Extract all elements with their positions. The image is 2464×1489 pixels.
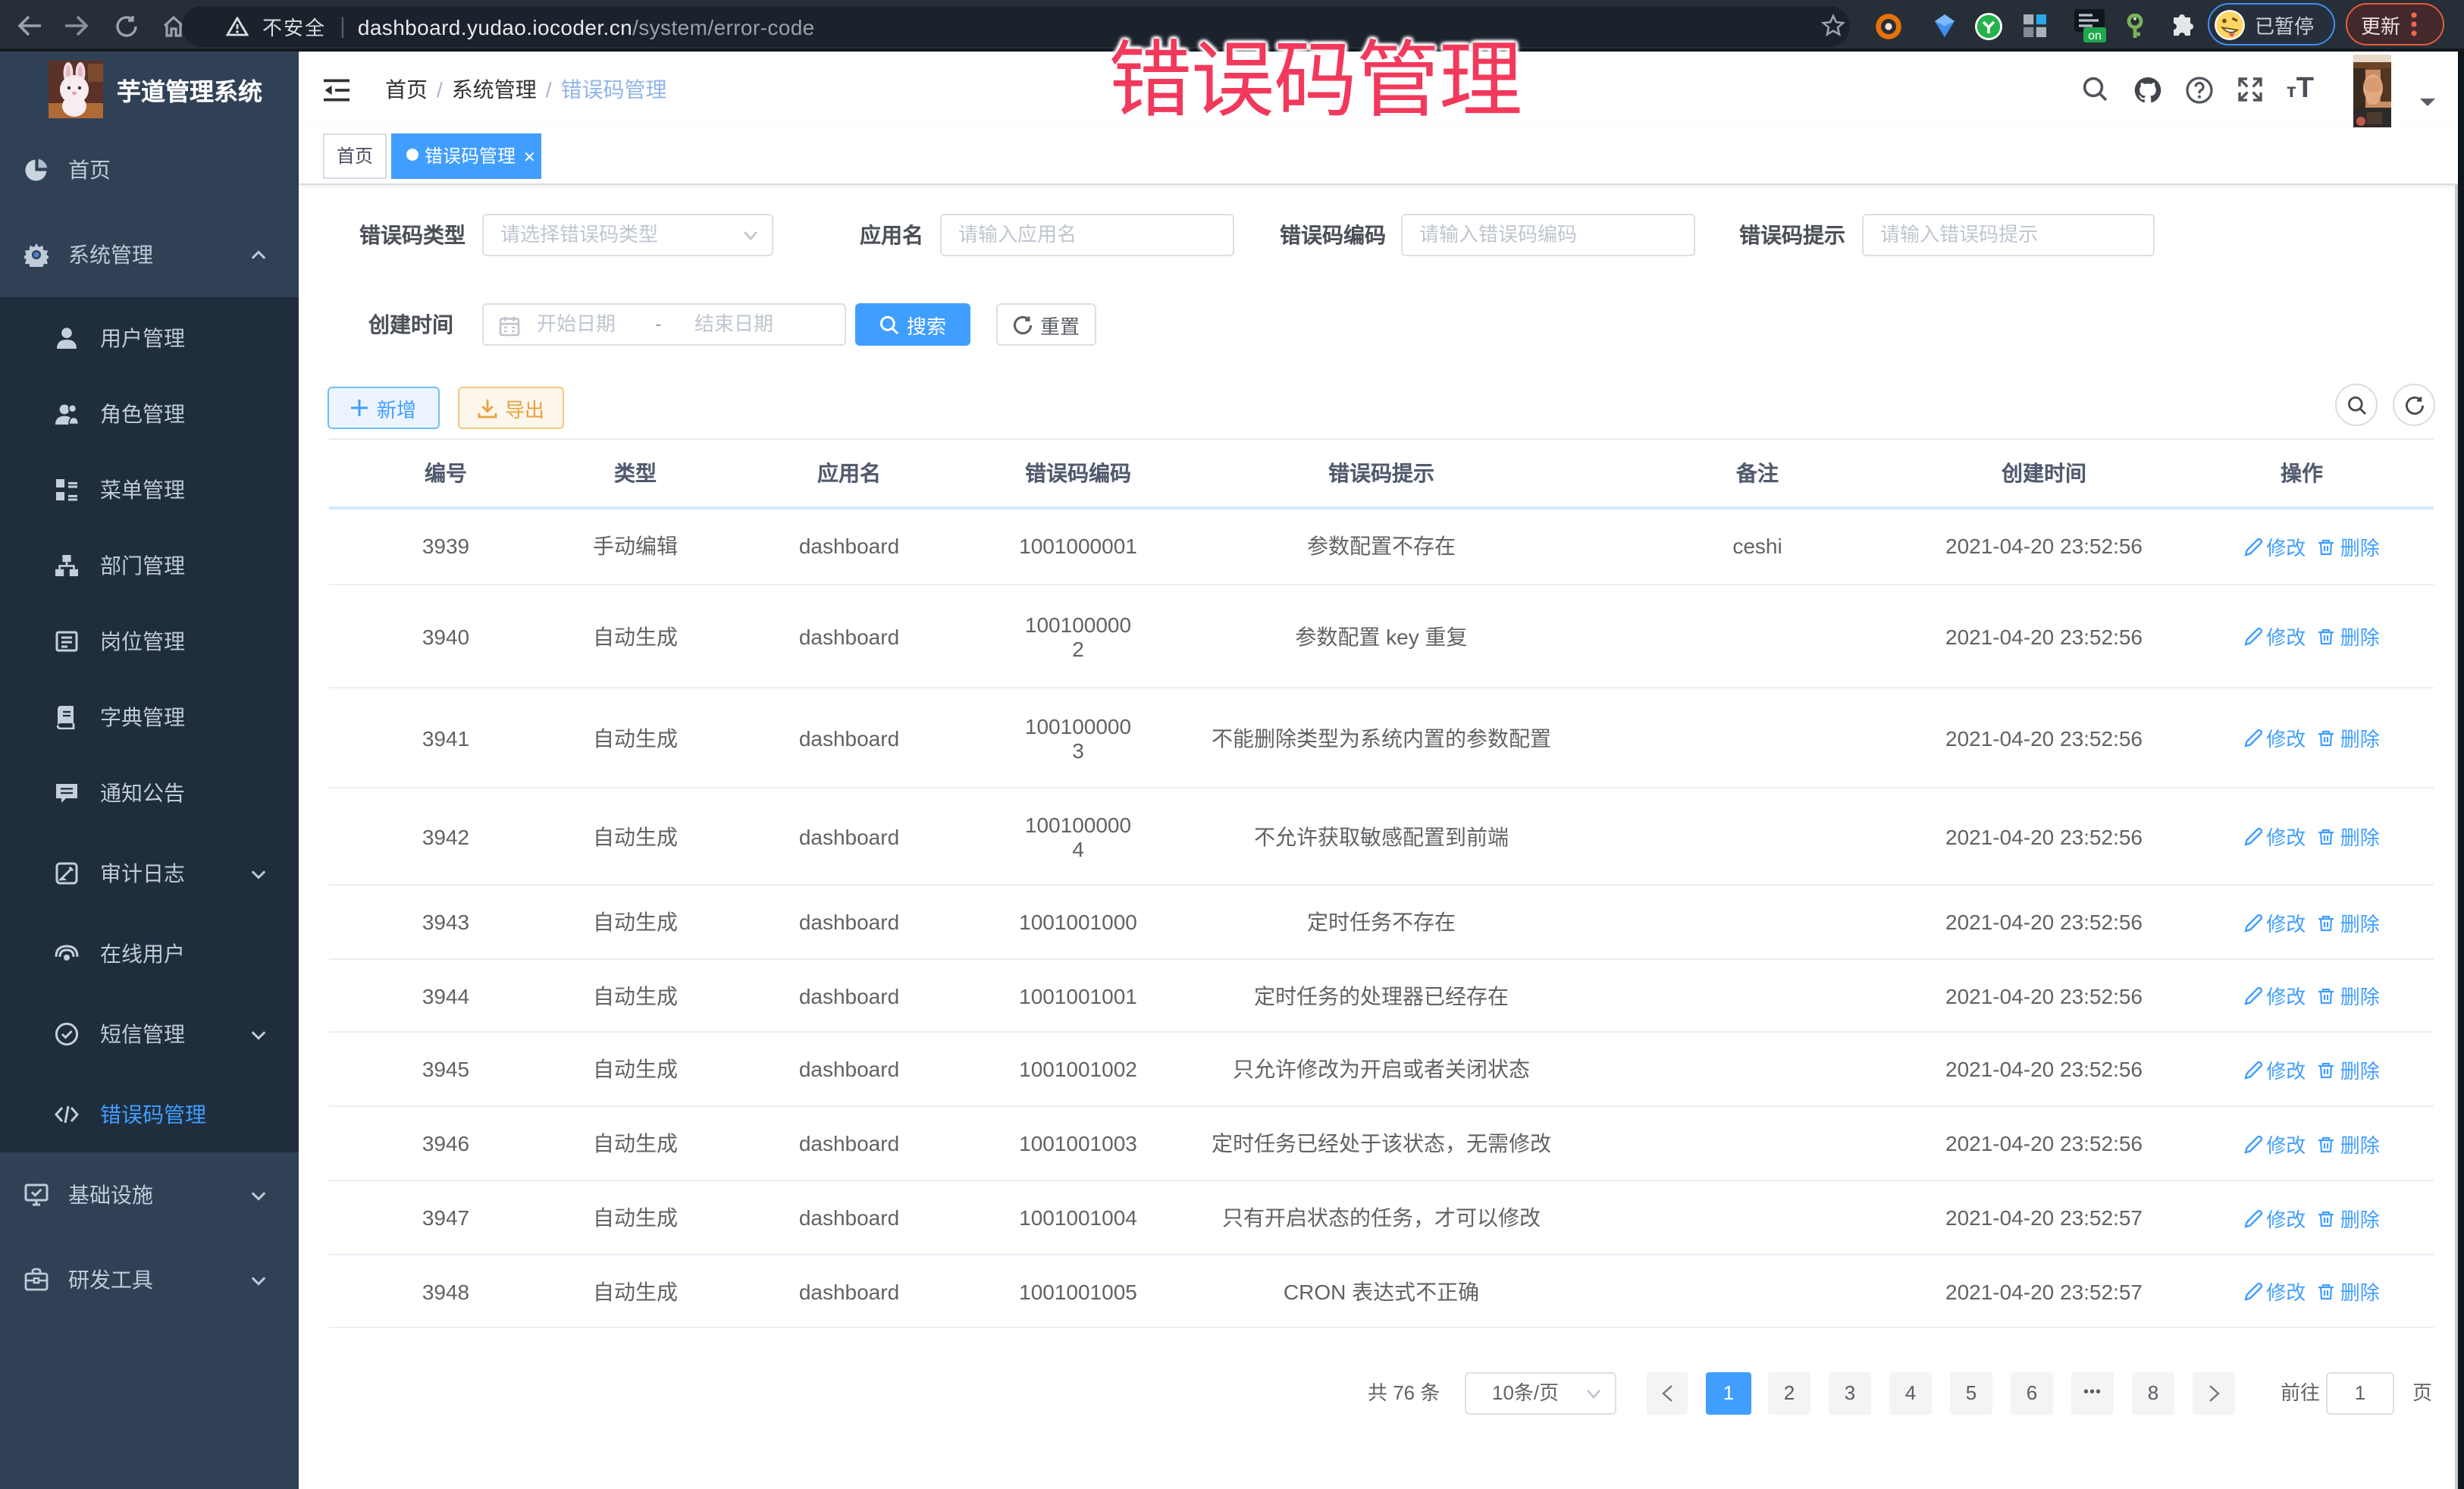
svg-text:on: on <box>2088 30 2102 42</box>
